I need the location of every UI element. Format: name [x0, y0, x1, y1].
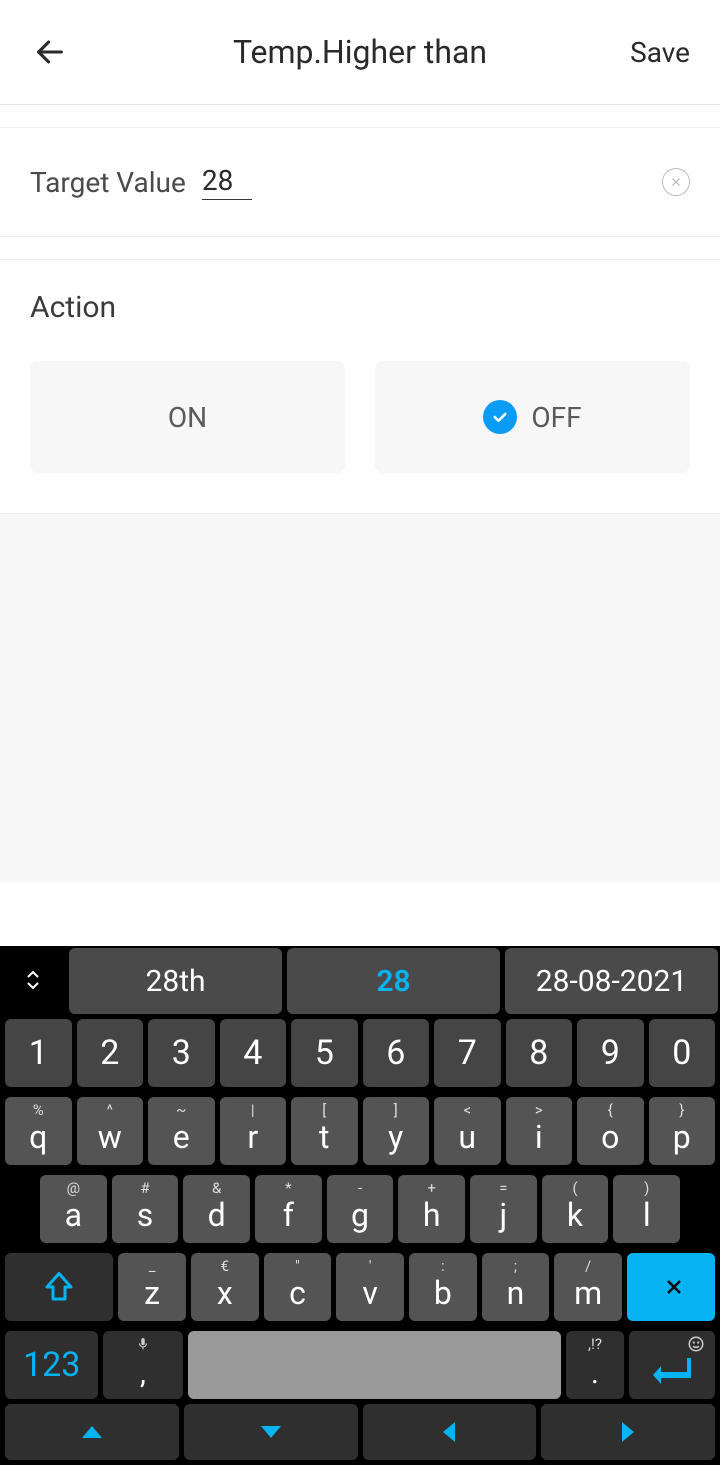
key-8[interactable]: 8: [506, 1019, 573, 1087]
spacebar-key[interactable]: [188, 1331, 562, 1399]
shift-key[interactable]: [5, 1253, 113, 1321]
key-r[interactable]: |r: [220, 1097, 287, 1165]
key-7[interactable]: 7: [434, 1019, 501, 1087]
target-value-input[interactable]: [202, 164, 252, 200]
key-5[interactable]: 5: [291, 1019, 358, 1087]
key-d[interactable]: &d: [183, 1175, 250, 1243]
enter-key[interactable]: [629, 1331, 715, 1399]
expand-icon: [21, 968, 45, 992]
key-b[interactable]: :b: [409, 1253, 477, 1321]
action-off-label: OFF: [531, 401, 581, 434]
key-j[interactable]: =j: [470, 1175, 537, 1243]
key-m[interactable]: /m: [554, 1253, 622, 1321]
numeric-mode-key[interactable]: 123: [5, 1331, 98, 1399]
backspace-key[interactable]: [627, 1253, 715, 1321]
period-sup: ,!?: [588, 1335, 602, 1353]
key-o[interactable]: {o: [577, 1097, 644, 1165]
action-button-group: ON OFF: [30, 361, 690, 473]
nav-row: [0, 1404, 720, 1465]
key-q[interactable]: %q: [5, 1097, 72, 1165]
spacer: [0, 237, 720, 259]
action-on-button[interactable]: ON: [30, 361, 345, 473]
suggestion-1[interactable]: 28th: [69, 948, 282, 1014]
key-row-bottom: _z€x"c'v:b;n/m: [0, 1248, 720, 1326]
nav-right-key[interactable]: [541, 1404, 715, 1460]
key-3[interactable]: 3: [148, 1019, 215, 1087]
key-f[interactable]: *f: [255, 1175, 322, 1243]
mic-icon: [136, 1335, 150, 1353]
key-y[interactable]: ]y: [363, 1097, 430, 1165]
page-title: Temp.Higher than: [233, 33, 487, 71]
key-6[interactable]: 6: [363, 1019, 430, 1087]
action-off-button[interactable]: OFF: [375, 361, 690, 473]
key-row-qwerty: %q^w~e|r[t]y<u>i{o}p: [0, 1092, 720, 1170]
key-e[interactable]: ~e: [148, 1097, 215, 1165]
key-g[interactable]: -g: [327, 1175, 394, 1243]
key-w[interactable]: ^w: [77, 1097, 144, 1165]
key-2[interactable]: 2: [77, 1019, 144, 1087]
checkmark-icon: [491, 408, 509, 426]
action-on-label: ON: [168, 401, 207, 434]
key-k[interactable]: (k: [542, 1175, 609, 1243]
action-section: Action ON OFF: [0, 259, 720, 514]
triangle-up-icon: [80, 1424, 104, 1440]
key-t[interactable]: [t: [291, 1097, 358, 1165]
arrow-left-icon: [33, 35, 67, 69]
key-i[interactable]: >i: [506, 1097, 573, 1165]
key-h[interactable]: +h: [398, 1175, 465, 1243]
key-1[interactable]: 1: [5, 1019, 72, 1087]
suggestion-bar: 28th 28 28-08-2021: [0, 946, 720, 1014]
key-l[interactable]: )l: [613, 1175, 680, 1243]
save-button[interactable]: Save: [630, 36, 690, 69]
back-button[interactable]: [30, 32, 70, 72]
key-c[interactable]: "c: [264, 1253, 332, 1321]
suggestion-expand-button[interactable]: [0, 946, 66, 1014]
triangle-down-icon: [259, 1424, 283, 1440]
key-s[interactable]: #s: [112, 1175, 179, 1243]
content-fill: [0, 514, 720, 882]
key-u[interactable]: <u: [434, 1097, 501, 1165]
key-9[interactable]: 9: [577, 1019, 644, 1087]
key-a[interactable]: @a: [40, 1175, 107, 1243]
clear-input-button[interactable]: [662, 168, 690, 196]
target-value-row[interactable]: Target Value: [0, 127, 720, 237]
key-n[interactable]: ;n: [482, 1253, 550, 1321]
key-4[interactable]: 4: [220, 1019, 287, 1087]
comma-key[interactable]: ,: [103, 1331, 182, 1399]
action-label: Action: [30, 290, 690, 325]
triangle-left-icon: [441, 1420, 457, 1444]
suggestion-3[interactable]: 28-08-2021: [505, 948, 718, 1014]
emoji-icon: [687, 1335, 705, 1353]
suggestion-2[interactable]: 28: [287, 948, 500, 1014]
key-0[interactable]: 0: [649, 1019, 716, 1087]
close-icon: [670, 176, 682, 188]
backspace-icon: [649, 1271, 693, 1303]
check-circle-icon: [483, 400, 517, 434]
period-label: .: [591, 1356, 599, 1391]
header-bar: Temp.Higher than Save: [0, 0, 720, 104]
comma-label: ,: [140, 1356, 146, 1391]
enter-icon: [651, 1356, 693, 1386]
nav-down-key[interactable]: [184, 1404, 358, 1460]
key-v[interactable]: 'v: [336, 1253, 404, 1321]
key-x[interactable]: €x: [191, 1253, 259, 1321]
triangle-right-icon: [620, 1420, 636, 1444]
shift-icon: [41, 1269, 77, 1305]
soft-keyboard: 28th 28 28-08-2021 1234567890 %q^w~e|r[t…: [0, 946, 720, 1465]
key-row-numbers: 1234567890: [0, 1014, 720, 1092]
key-row-home: @a#s&d*f-g+h=j(k)l: [0, 1170, 720, 1248]
key-z[interactable]: _z: [118, 1253, 186, 1321]
spacer: [0, 105, 720, 127]
key-p[interactable]: }p: [649, 1097, 716, 1165]
nav-left-key[interactable]: [363, 1404, 537, 1460]
target-value-label: Target Value: [30, 166, 186, 199]
key-row-function: 123 , ,!? .: [0, 1326, 720, 1404]
period-key[interactable]: ,!? .: [566, 1331, 624, 1399]
nav-up-key[interactable]: [5, 1404, 179, 1460]
